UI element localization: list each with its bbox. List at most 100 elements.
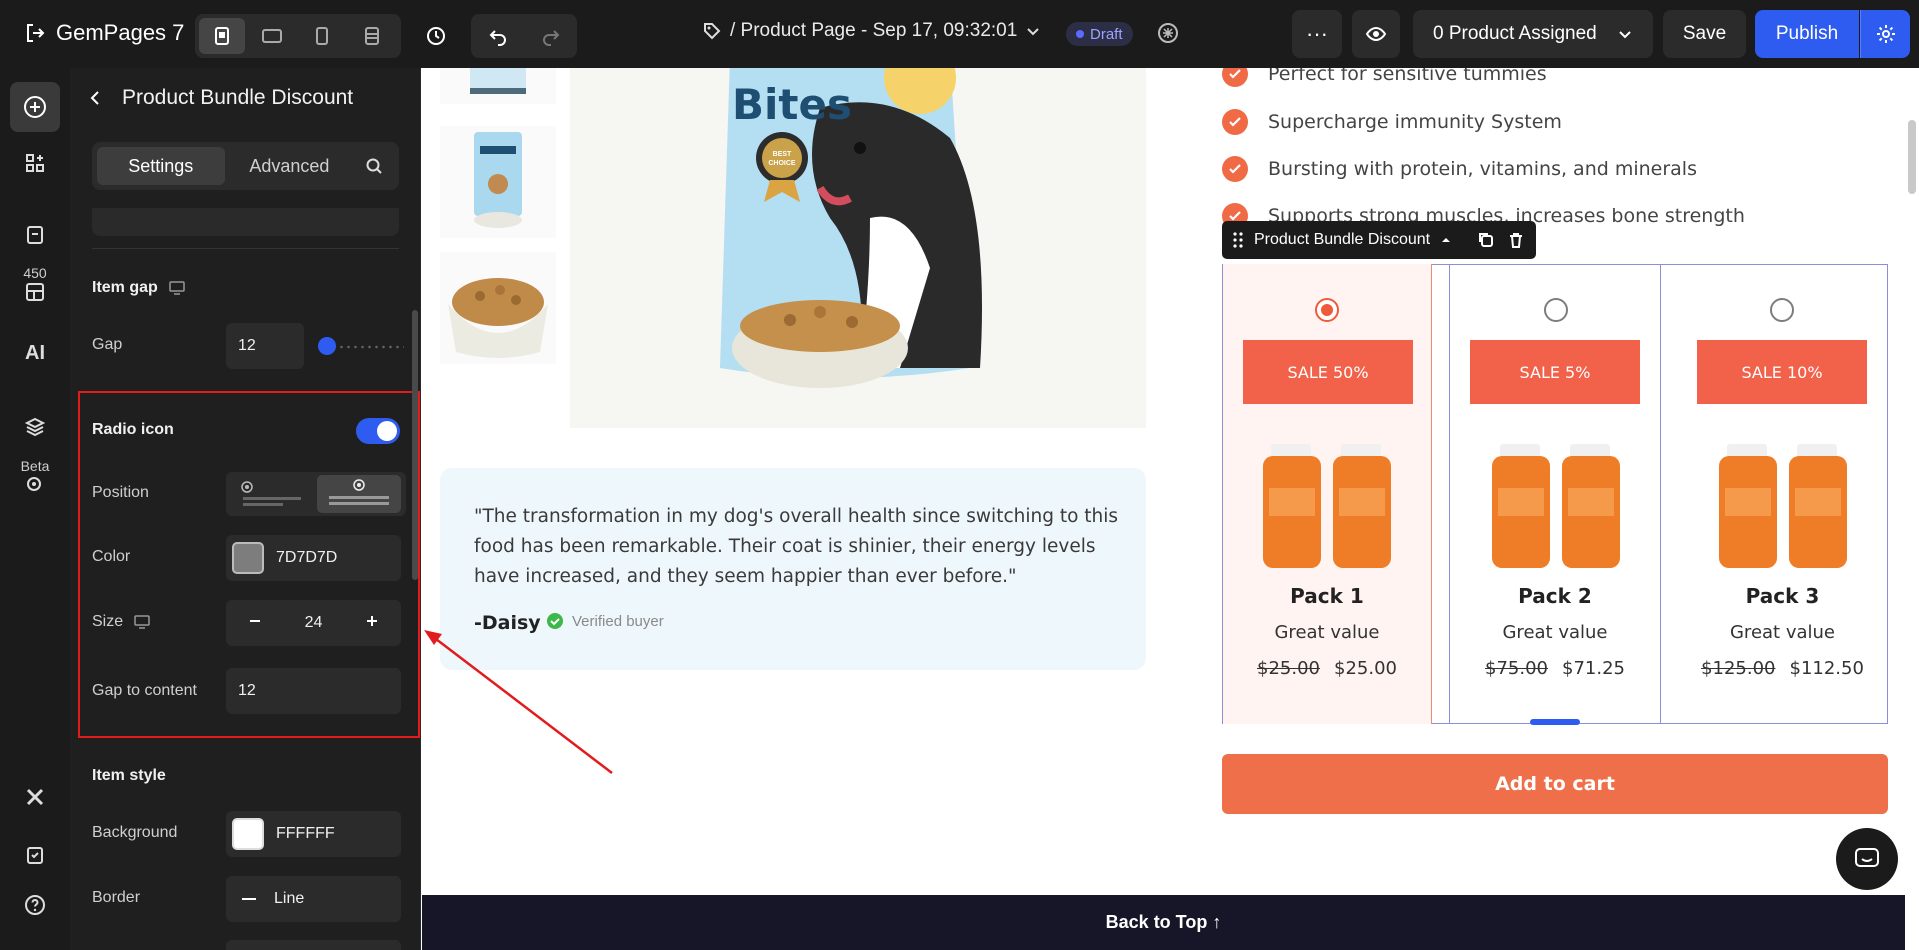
color-picker[interactable]: 7D7D7D [226, 535, 401, 581]
editor-canvas: Bites BEST CHOICE "The transformation in… [422, 68, 1919, 950]
pack-card[interactable]: SALE 50% Pack 1 Great value $25.00 $25.0… [1223, 264, 1432, 724]
product-assign-dropdown[interactable]: 0 Product Assigned [1413, 10, 1653, 58]
pack-price: $125.00 $112.50 [1677, 658, 1888, 679]
old-price: $125.00 [1701, 658, 1776, 679]
back-chevron-icon[interactable] [88, 90, 102, 106]
position-option-top[interactable] [317, 475, 401, 513]
benefit-text: Supercharge immunity System [1268, 111, 1562, 133]
help-button[interactable] [0, 894, 70, 916]
gap-slider-track[interactable] [324, 344, 404, 350]
thumbnail-1[interactable] [440, 68, 556, 104]
resize-handle[interactable] [1530, 719, 1580, 725]
ai-assist-icon[interactable] [1155, 20, 1181, 51]
thumbnail-2[interactable] [440, 126, 556, 238]
exit-icon [24, 20, 46, 46]
benefit-item: Supercharge immunity System [1222, 109, 1562, 135]
radio-inline-icon [241, 481, 301, 506]
x-app-button[interactable] [0, 786, 70, 808]
element-toolbar-label[interactable]: Product Bundle Discount [1254, 231, 1430, 249]
grid-plus-icon [26, 154, 44, 172]
color-swatch[interactable] [232, 542, 264, 574]
undo-button[interactable] [471, 14, 524, 58]
testimonial-author: -Daisy [474, 612, 541, 634]
sale-badge: SALE 50% [1243, 340, 1413, 404]
size-value[interactable]: 24 [285, 614, 343, 632]
more-icon: ··· [1306, 21, 1328, 46]
search-icon[interactable] [354, 157, 394, 175]
add-to-cart-button[interactable]: Add to cart [1222, 754, 1888, 814]
page-title-text: / Product Page - Sep 17, 09:32:01 [730, 20, 1018, 41]
gap-slider-knob[interactable] [318, 337, 336, 355]
product-bottles-image [1719, 444, 1847, 568]
pack-name: Pack 1 [1290, 584, 1364, 608]
beta-label: Beta [20, 458, 50, 474]
border-label: Border [92, 889, 141, 906]
old-price: $75.00 [1485, 658, 1548, 679]
element-toolbar: Product Bundle Discount [1222, 221, 1537, 259]
tab-settings[interactable]: Settings [97, 147, 225, 185]
tab-advanced[interactable]: Advanced [225, 147, 355, 185]
background-color-picker[interactable]: FFFFFF [226, 811, 401, 857]
delete-icon[interactable] [1506, 230, 1526, 250]
testimonial-card: "The transformation in my dog's overall … [440, 468, 1146, 670]
product-main-image[interactable]: Bites BEST CHOICE [570, 68, 1146, 428]
radio-button[interactable] [1770, 298, 1794, 322]
decrement-button[interactable] [226, 614, 284, 633]
status-badge-label: Draft [1090, 25, 1123, 43]
ai-button[interactable]: AI [0, 342, 70, 365]
drag-handle-icon[interactable] [1232, 231, 1244, 249]
device-switcher [195, 14, 401, 58]
assign-label: 0 Product Assigned [1433, 23, 1597, 44]
canvas-scrollbar[interactable] [1908, 120, 1916, 194]
increment-button[interactable] [343, 614, 401, 633]
color-hex-value: 7D7D7D [276, 549, 338, 566]
preview-button[interactable] [1352, 10, 1400, 58]
tablet-portrait-button[interactable] [299, 18, 345, 54]
pack-card[interactable]: SALE 10% Pack 3 Great value $125.00 $112… [1677, 264, 1888, 724]
line-icon [242, 898, 256, 900]
redo-icon [542, 30, 559, 46]
layers-button[interactable] [0, 416, 70, 438]
page-title[interactable]: / Product Page - Sep 17, 09:32:01 [702, 20, 1041, 42]
help-icon [25, 895, 45, 915]
verified-check-icon [547, 613, 563, 629]
pack-card[interactable]: SALE 5% Pack 2 Great value $75.00 $71.25 [1449, 264, 1661, 724]
sections-button[interactable] [0, 152, 70, 174]
checklist-button[interactable] [0, 844, 70, 866]
benefit-item: Perfect for sensitive tummies [1222, 68, 1547, 87]
apps-button[interactable]: 450 [0, 265, 70, 303]
divider [92, 248, 399, 249]
desktop-view-button[interactable] [199, 18, 245, 54]
history-icon[interactable] [420, 20, 452, 52]
background-swatch[interactable] [232, 818, 264, 850]
save-button[interactable]: Save [1663, 10, 1746, 58]
check-icon [1222, 68, 1248, 87]
panel-scrollbar[interactable] [412, 310, 418, 580]
add-element-button[interactable] [10, 82, 60, 132]
border-style-select[interactable]: Line [226, 876, 401, 922]
radio-icon-toggle[interactable] [356, 418, 400, 444]
gap-to-content-input[interactable]: 12 [226, 668, 401, 714]
radio-top-icon [329, 479, 389, 505]
back-to-top-bar[interactable]: Back to Top ↑ [422, 895, 1905, 950]
publish-settings-button[interactable] [1860, 10, 1910, 58]
app-logo[interactable]: GemPages 7 [24, 20, 184, 46]
publish-button[interactable]: Publish [1755, 10, 1859, 58]
position-option-inline[interactable] [229, 475, 313, 513]
thumbnail-3[interactable] [440, 252, 556, 364]
radio-button[interactable] [1315, 298, 1339, 322]
caret-up-icon[interactable] [1440, 234, 1452, 246]
duplicate-icon[interactable] [1476, 230, 1496, 250]
benefit-text: Bursting with protein, vitamins, and min… [1268, 158, 1697, 180]
more-button[interactable]: ··· [1292, 10, 1342, 58]
custom-view-button[interactable] [349, 18, 395, 54]
chat-icon [1855, 848, 1879, 867]
beta-feature-button[interactable]: Beta [0, 458, 70, 496]
pages-button[interactable] [0, 224, 70, 246]
redo-button[interactable] [524, 14, 577, 58]
radio-button[interactable] [1544, 298, 1568, 322]
tablet-landscape-button[interactable] [249, 18, 295, 54]
chat-launcher[interactable] [1836, 828, 1898, 890]
gap-input[interactable]: 12 [226, 323, 304, 369]
item-gap-title-text: Item gap [92, 279, 158, 296]
